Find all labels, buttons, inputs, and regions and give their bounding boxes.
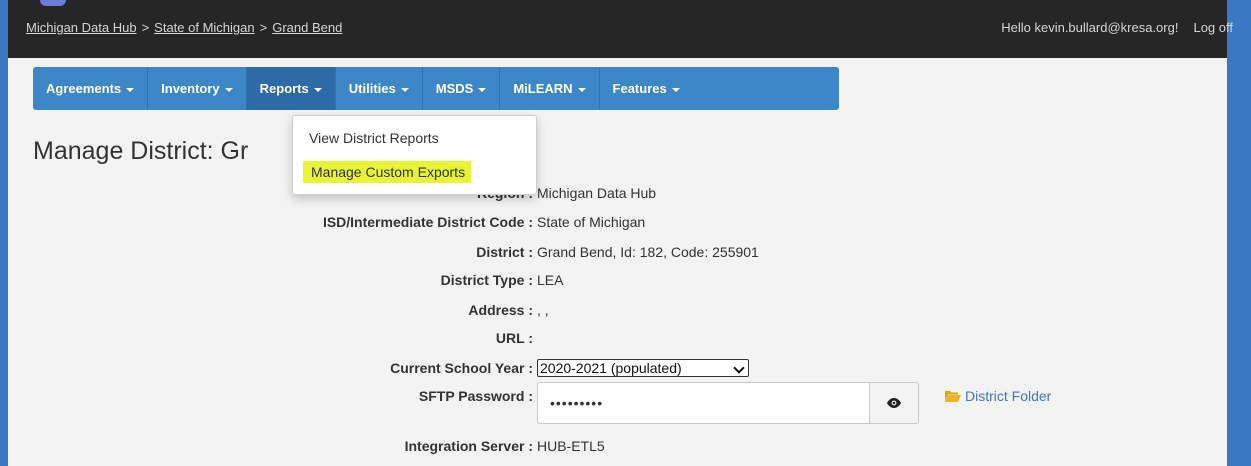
nav-inventory[interactable]: Inventory bbox=[148, 67, 247, 110]
detail-label: URL : bbox=[495, 330, 533, 346]
caret-down-icon bbox=[400, 87, 409, 92]
folder-open-icon bbox=[945, 391, 961, 402]
detail-label: Current School Year : bbox=[390, 360, 533, 376]
nav-milearn[interactable]: MiLEARN bbox=[500, 67, 600, 110]
district-folder-label: District Folder bbox=[965, 388, 1052, 404]
detail-label: District Type : bbox=[440, 272, 533, 288]
detail-value: HUB-ETL5 bbox=[537, 438, 605, 454]
user-greeting: Hello kevin.bullard@kresa.org! bbox=[1001, 20, 1179, 35]
nav-utilities[interactable]: Utilities bbox=[336, 67, 423, 110]
nav-label: Inventory bbox=[161, 81, 220, 96]
detail-value: , , bbox=[537, 302, 549, 318]
detail-label: ISD/Intermediate District Code : bbox=[322, 214, 533, 230]
detail-label: Address : bbox=[468, 302, 533, 318]
detail-value: State of Michigan bbox=[537, 214, 646, 230]
nav-label: MiLEARN bbox=[513, 81, 573, 96]
menu-item-view-district-reports[interactable]: View District Reports bbox=[309, 130, 439, 146]
nav-features[interactable]: Features bbox=[600, 67, 693, 110]
nav-agreements[interactable]: Agreements bbox=[33, 67, 149, 110]
caret-down-icon bbox=[577, 87, 586, 92]
eye-icon bbox=[887, 398, 901, 408]
nav-label: Reports bbox=[259, 81, 309, 96]
logoff-link[interactable]: Log off bbox=[1193, 20, 1233, 35]
breadcrumb-link-state[interactable]: State of Michigan bbox=[154, 20, 254, 35]
sftp-password-field[interactable]: ••••••••• bbox=[537, 382, 870, 424]
nav-label: MSDS bbox=[435, 81, 474, 96]
breadcrumb-separator: > bbox=[141, 20, 150, 35]
breadcrumb-link-hub[interactable]: Michigan Data Hub bbox=[26, 20, 137, 35]
district-folder-link[interactable]: District Folder bbox=[944, 388, 1051, 404]
detail-value: LEA bbox=[537, 272, 564, 288]
caret-down-icon bbox=[313, 87, 322, 92]
nav-label: Utilities bbox=[348, 81, 396, 96]
detail-label: SFTP Password : bbox=[418, 388, 533, 404]
breadcrumb-link-district[interactable]: Grand Bend bbox=[272, 20, 342, 35]
detail-value: Michigan Data Hub bbox=[537, 185, 657, 201]
nav-label: Agreements bbox=[46, 81, 122, 96]
menu-item-manage-custom-exports[interactable]: Manage Custom Exports bbox=[303, 161, 472, 183]
detail-label: Integration Server : bbox=[404, 438, 533, 454]
show-password-button[interactable] bbox=[869, 382, 919, 424]
caret-down-icon bbox=[671, 87, 680, 92]
breadcrumb-separator: > bbox=[259, 20, 268, 35]
detail-value: Grand Bend, Id: 182, Code: 255901 bbox=[537, 244, 759, 260]
nav-msds[interactable]: MSDS bbox=[423, 67, 501, 110]
caret-down-icon bbox=[126, 87, 135, 92]
chevron-down-icon bbox=[733, 362, 745, 374]
school-year-select[interactable]: 2020-2021 (populated) bbox=[537, 359, 749, 377]
user-box: Hello kevin.bullard@kresa.org! Log off bbox=[1001, 20, 1233, 35]
caret-down-icon bbox=[224, 87, 233, 92]
nav-label: Features bbox=[612, 81, 667, 96]
main-nav: Agreements Inventory Reports Utilities M… bbox=[33, 67, 839, 110]
page-title: Manage District: Gr bbox=[33, 137, 249, 165]
reports-dropdown-menu: View District Reports Manage Custom Expo… bbox=[292, 115, 537, 195]
nav-reports[interactable]: Reports bbox=[246, 67, 336, 110]
breadcrumb: Michigan Data Hub > State of Michigan > Gran… bbox=[26, 20, 342, 35]
detail-label: District : bbox=[476, 244, 533, 260]
school-year-value: 2020-2021 (populated) bbox=[540, 360, 682, 376]
caret-down-icon bbox=[478, 87, 487, 92]
logo bbox=[40, 0, 66, 6]
